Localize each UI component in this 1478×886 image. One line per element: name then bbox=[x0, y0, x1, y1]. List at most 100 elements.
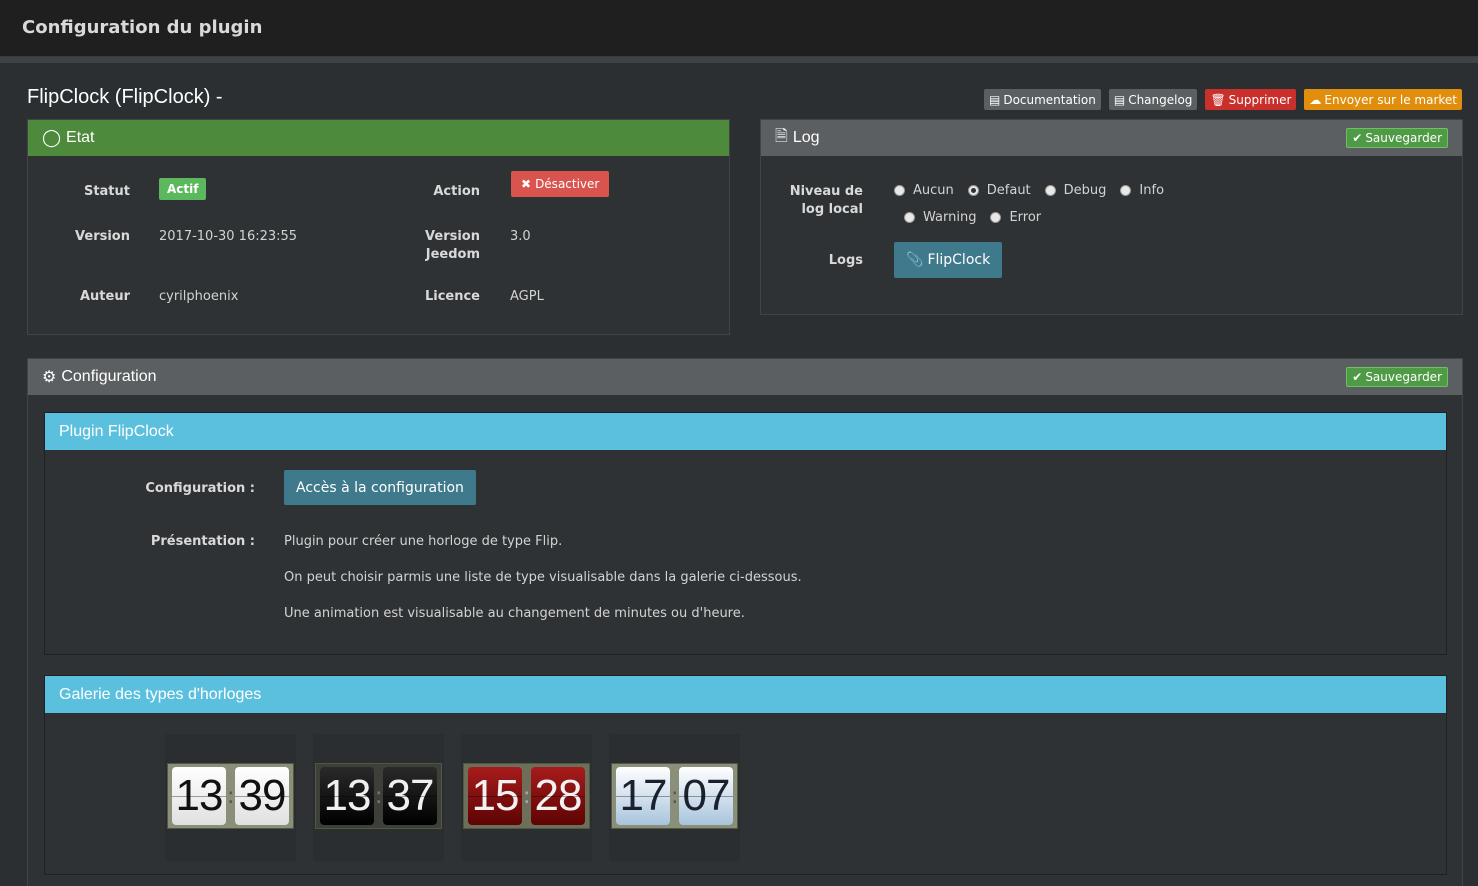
deactivate-label: Désactiver bbox=[535, 177, 600, 191]
market-button[interactable]: ☁ Envoyer sur le market bbox=[1304, 89, 1462, 110]
etat-title: Etat bbox=[66, 129, 95, 146]
book-icon: ▤ bbox=[1113, 92, 1126, 107]
file-icon: 🗎 bbox=[775, 127, 788, 145]
log-panel: 🗎 Log ✔ Sauvegarder Niveau de log local … bbox=[760, 119, 1463, 315]
documentation-button[interactable]: ▤ Documentation bbox=[983, 89, 1101, 110]
clock-separator: : bbox=[375, 783, 383, 809]
flipclock-log-label: FlipClock bbox=[927, 252, 991, 268]
radio-label: Debug bbox=[1063, 183, 1107, 198]
radio-warning[interactable]: Warning bbox=[904, 210, 976, 225]
log-level-row-2: Warning Error bbox=[904, 210, 1041, 225]
clock-separator: : bbox=[523, 783, 531, 809]
top-bar: Configuration du plugin bbox=[0, 0, 1478, 57]
jeedom-label-line1: Version bbox=[425, 229, 480, 244]
divider bbox=[0, 57, 1478, 63]
etat-panel: ◯ Etat Statut Actif Action ✖ Désactiver … bbox=[27, 119, 730, 335]
radio-label: Defaut bbox=[986, 183, 1031, 198]
status-badge: Actif bbox=[159, 178, 207, 200]
plugin-flipclock-panel: Plugin FlipClock Configuration : Accès à… bbox=[44, 412, 1447, 655]
market-label: Envoyer sur le market bbox=[1324, 92, 1457, 107]
book-icon: ▤ bbox=[988, 92, 1001, 107]
radio-error[interactable]: Error bbox=[990, 210, 1041, 225]
gears-icon: ⚙ bbox=[42, 369, 57, 386]
plugin-flipclock-title: Plugin FlipClock bbox=[59, 422, 174, 440]
clock-hours: 13 bbox=[172, 767, 226, 825]
presentation-line-2: On peut choisir parmis une liste de type… bbox=[284, 570, 802, 585]
version-value: 2017-10-30 16:23:55 bbox=[159, 229, 298, 244]
trash-icon: 🗑 bbox=[1210, 92, 1226, 107]
config-save-button[interactable]: ✔ Sauvegarder bbox=[1346, 367, 1448, 387]
clock-minutes: 37 bbox=[383, 767, 437, 825]
log-save-button[interactable]: ✔ Sauvegarder bbox=[1346, 128, 1448, 148]
clock-hours: 17 bbox=[616, 767, 670, 825]
close-icon: ✖ bbox=[521, 177, 532, 191]
log-save-label: Sauvegarder bbox=[1365, 131, 1442, 145]
delete-label: Supprimer bbox=[1228, 92, 1292, 107]
configuration-header: ⚙ Configuration ✔ Sauvegarder bbox=[28, 359, 1462, 395]
radio-dot bbox=[990, 212, 1002, 223]
clock-white-preview[interactable]: 13 : 39 bbox=[167, 763, 294, 829]
statut-label: Statut bbox=[83, 184, 130, 199]
config-save-label: Sauvegarder bbox=[1365, 370, 1442, 384]
configuration-panel: ⚙ Configuration ✔ Sauvegarder Plugin Fli… bbox=[27, 358, 1463, 886]
cloud-upload-icon: ☁ bbox=[1309, 92, 1322, 107]
configuration-title: Configuration bbox=[61, 368, 157, 385]
etat-header: ◯ Etat bbox=[28, 120, 729, 156]
radio-defaut[interactable]: Defaut bbox=[967, 183, 1031, 198]
radio-dot bbox=[1120, 185, 1132, 196]
niveau-label-line1: Niveau de bbox=[789, 184, 863, 199]
licence-value: AGPL bbox=[510, 289, 544, 304]
page-title: Configuration du plugin bbox=[22, 17, 263, 38]
action-label: Action bbox=[433, 184, 480, 199]
changelog-label: Changelog bbox=[1128, 92, 1193, 107]
clock-minutes: 07 bbox=[679, 767, 733, 825]
clock-blue-preview[interactable]: 17 : 07 bbox=[611, 763, 738, 829]
presentation-line-1: Plugin pour créer une horloge de type Fl… bbox=[284, 534, 563, 549]
deactivate-button[interactable]: ✖ Désactiver bbox=[511, 171, 610, 197]
power-icon: ◯ bbox=[42, 128, 62, 147]
plugin-name: FlipClock (FlipClock) - bbox=[27, 86, 223, 108]
clock-black-preview[interactable]: 13 : 37 bbox=[315, 763, 442, 829]
clock-minutes: 39 bbox=[235, 767, 289, 825]
jeedom-version-value: 3.0 bbox=[510, 229, 531, 244]
radio-aucun[interactable]: Aucun bbox=[894, 183, 954, 198]
gallery-title: Galerie des types d'horloges bbox=[59, 685, 262, 703]
presentation-label: Présentation : bbox=[150, 534, 255, 549]
jeedom-label-line2: Jeedom bbox=[425, 247, 480, 262]
radio-label: Warning bbox=[923, 210, 977, 225]
clock-minutes: 28 bbox=[531, 767, 585, 825]
config-label: Configuration : bbox=[145, 481, 255, 496]
plugin-flipclock-header: Plugin FlipClock bbox=[45, 413, 1446, 450]
auteur-label: Auteur bbox=[79, 289, 130, 304]
radio-dot bbox=[1044, 185, 1056, 196]
changelog-button[interactable]: ▤ Changelog bbox=[1108, 89, 1198, 110]
clock-hours: 13 bbox=[320, 767, 374, 825]
gallery-panel: Galerie des types d'horloges 13 : 39 13 … bbox=[44, 675, 1447, 875]
paperclip-icon: 📎 bbox=[906, 252, 924, 268]
radio-debug[interactable]: Debug bbox=[1044, 183, 1107, 198]
clock-separator: : bbox=[227, 783, 235, 809]
plugin-actions: ▤ Documentation ▤ Changelog 🗑 Supprimer … bbox=[983, 89, 1462, 110]
flipclock-log-button[interactable]: 📎 FlipClock bbox=[894, 242, 1003, 278]
niveau-label-line2: log local bbox=[801, 202, 863, 217]
radio-label: Info bbox=[1139, 183, 1165, 198]
radio-label: Aucun bbox=[913, 183, 954, 198]
radio-dot bbox=[904, 212, 915, 223]
presentation-line-3: Une animation est visualisable au change… bbox=[284, 606, 745, 621]
check-circle-icon: ✔ bbox=[1352, 131, 1363, 145]
clock-hours: 15 bbox=[468, 767, 522, 825]
logs-label: Logs bbox=[828, 253, 863, 268]
radio-dot bbox=[967, 185, 979, 196]
log-header: 🗎 Log ✔ Sauvegarder bbox=[761, 120, 1462, 156]
radio-dot bbox=[894, 185, 905, 196]
documentation-label: Documentation bbox=[1003, 92, 1096, 107]
log-level-row-1: Aucun Defaut Debug Info bbox=[894, 183, 1164, 198]
delete-button[interactable]: 🗑 Supprimer bbox=[1205, 89, 1297, 110]
version-label: Version bbox=[75, 229, 130, 244]
config-access-button[interactable]: Accès à la configuration bbox=[284, 470, 476, 505]
clock-red-preview[interactable]: 15 : 28 bbox=[463, 763, 590, 829]
radio-info[interactable]: Info bbox=[1120, 183, 1164, 198]
check-circle-icon: ✔ bbox=[1352, 370, 1363, 384]
log-title: Log bbox=[792, 129, 820, 146]
radio-label: Error bbox=[1009, 210, 1042, 225]
